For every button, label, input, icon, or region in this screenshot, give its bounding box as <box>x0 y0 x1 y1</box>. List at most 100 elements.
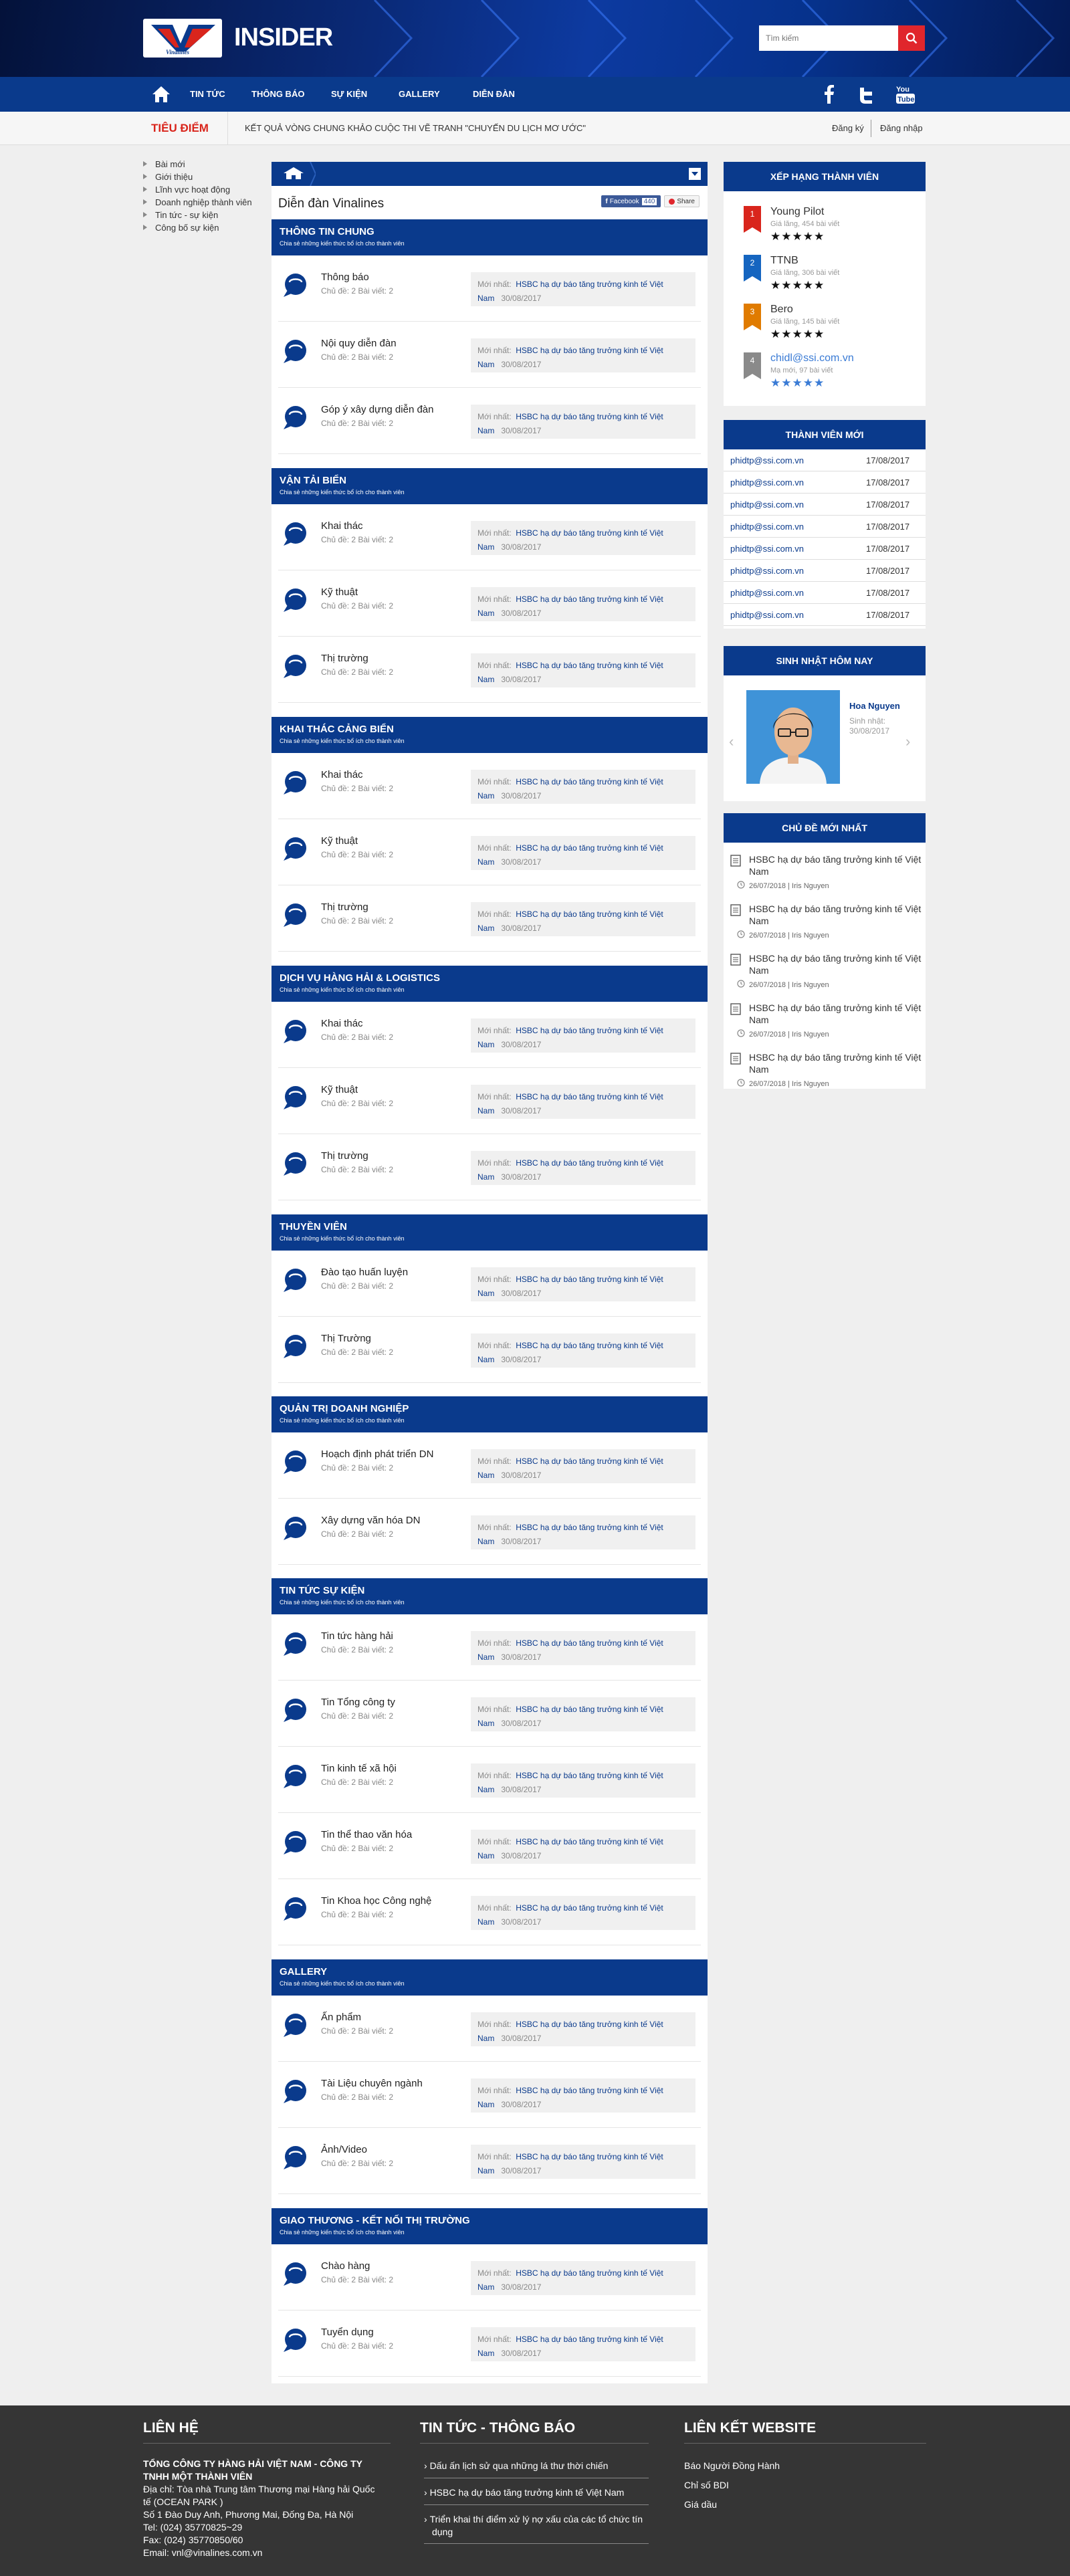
latest-post-link-cont[interactable]: Nam <box>477 791 494 800</box>
topic-item[interactable]: HSBC hạ dự báo tăng trưởng kinh tế Việt N… <box>730 952 921 1002</box>
forum-row-title[interactable]: Góp ý xây dựng diễn đàn <box>321 404 434 415</box>
latest-post-link[interactable]: HSBC hạ dự báo tăng trưởng kinh tế Việt <box>516 2335 663 2344</box>
latest-post-link-cont[interactable]: Nam <box>477 1851 494 1860</box>
topic-item[interactable]: HSBC hạ dự báo tăng trưởng kinh tế Việt N… <box>730 1051 921 1101</box>
latest-post-link-cont[interactable]: Nam <box>477 1106 494 1115</box>
forum-row-title[interactable]: Đào tạo huấn luyện <box>321 1267 408 1278</box>
forum-row[interactable]: Tin tức hàng hải Chủ đề: 2 Bài viết: 2 Mới… <box>278 1614 701 1681</box>
section-header[interactable]: THUYỀN VIÊN Chia sẻ những kiến thức bổ íc… <box>272 1214 708 1251</box>
nav-home[interactable] <box>151 84 171 106</box>
latest-post-link-cont[interactable]: Nam <box>477 2166 494 2175</box>
forum-row[interactable]: Ấn phẩm Chủ đề: 2 Bài viết: 2 Mới nhất: HS… <box>278 1996 701 2062</box>
latest-post-link-cont[interactable]: Nam <box>477 1652 494 1662</box>
forum-row-title[interactable]: Nội quy diễn đàn <box>321 338 397 349</box>
forum-row[interactable]: Nội quy diễn đàn Chủ đề: 2 Bài viết: 2 Mới… <box>278 322 701 388</box>
forum-row-title[interactable]: Chào hàng <box>321 2260 370 2272</box>
latest-post-link[interactable]: HSBC hạ dự báo tăng trưởng kinh tế Việt <box>516 1026 663 1035</box>
footer-link-1[interactable]: Báo Người Đồng Hành <box>684 2460 780 2471</box>
member-name[interactable]: Bero <box>770 304 793 316</box>
forum-row-title[interactable]: Thị trường <box>321 901 368 913</box>
forum-row[interactable]: Tin Khoa học Công nghệ Chủ đề: 2 Bài viết… <box>278 1879 701 1945</box>
forum-row[interactable]: Thị trường Chủ đề: 2 Bài viết: 2 Mới nhất:… <box>278 885 701 952</box>
latest-post-link-cont[interactable]: Nam <box>477 609 494 618</box>
forum-row-title[interactable]: Kỹ thuật <box>321 1084 358 1095</box>
nav-item-su-kien[interactable]: SỰ KIỆN <box>331 89 367 99</box>
left-menu-item-linh-vuc[interactable]: Lĩnh vực hoạt động <box>143 185 252 197</box>
latest-post-link-cont[interactable]: Nam <box>477 1355 494 1364</box>
footer-news-item-1[interactable]: › Dấu ấn lịch sử qua những lá thư thời c… <box>424 2460 608 2471</box>
latest-post-link-cont[interactable]: Nam <box>477 2100 494 2109</box>
member-email[interactable]: phidtp@ssi.com.vn <box>730 588 804 598</box>
latest-post-link[interactable]: HSBC hạ dự báo tăng trưởng kinh tế Việt <box>516 280 663 289</box>
forum-row-title[interactable]: Khai thác <box>321 1018 363 1029</box>
footer-email[interactable]: Email: vnl@vinalines.com.vn <box>143 2547 262 2559</box>
latest-post-link[interactable]: HSBC hạ dự báo tăng trưởng kinh tế Việt <box>516 595 663 604</box>
latest-post-link[interactable]: HSBC hạ dự báo tăng trưởng kinh tế Việt <box>516 1771 663 1780</box>
login-link[interactable]: Đăng nhập <box>880 123 923 133</box>
latest-post-link[interactable]: HSBC hạ dự báo tăng trưởng kinh tế Việt <box>516 1341 663 1350</box>
latest-post-link[interactable]: HSBC hạ dự báo tăng trưởng kinh tế Việt <box>516 909 663 919</box>
breadcrumb-dropdown[interactable] <box>689 168 701 180</box>
facebook-link[interactable] <box>823 85 836 106</box>
forum-row-title[interactable]: Hoạch định phát triển DN <box>321 1448 433 1460</box>
left-menu-item-doanh-nghiep[interactable]: Doanh nghiệp thành viên <box>143 197 252 210</box>
latest-post-link[interactable]: HSBC hạ dự báo tăng trưởng kinh tế Việt <box>516 1092 663 1101</box>
nav-item-tin-tuc[interactable]: TIN TỨC <box>190 89 225 99</box>
member-email[interactable]: phidtp@ssi.com.vn <box>730 544 804 554</box>
forum-row[interactable]: Kỹ thuật Chủ đề: 2 Bài viết: 2 Mới nhất: H… <box>278 819 701 885</box>
forum-row[interactable]: Đào tạo huấn luyện Chủ đề: 2 Bài viết: 2 M… <box>278 1251 701 1317</box>
topic-title[interactable]: HSBC hạ dự báo tăng trưởng kinh tế Việt N… <box>749 903 922 927</box>
forum-row[interactable]: Thị trường Chủ đề: 2 Bài viết: 2 Mới nhất:… <box>278 1134 701 1200</box>
facebook-like-button[interactable]: f Facebook 440 <box>601 195 661 207</box>
latest-post-link-cont[interactable]: Nam <box>477 1471 494 1480</box>
vinalines-logo[interactable]: Vinalines <box>143 19 222 58</box>
section-header[interactable]: GALLERY Chia sẻ những kiến thức bổ ích ch… <box>272 1959 708 1996</box>
forum-row-title[interactable]: Thị trường <box>321 653 368 664</box>
topic-title[interactable]: HSBC hạ dự báo tăng trưởng kinh tế Việt N… <box>749 952 922 976</box>
nav-item-dien-dan[interactable]: DIỄN ĐÀN <box>473 89 515 99</box>
latest-post-link-cont[interactable]: Nam <box>477 1917 494 1927</box>
forum-row-title[interactable]: Thông báo <box>321 272 369 283</box>
section-header[interactable]: DỊCH VỤ HÀNG HẢI & LOGISTICS Chia sẻ nhữn… <box>272 966 708 1002</box>
forum-row-title[interactable]: Tin tức hàng hải <box>321 1630 393 1642</box>
ranking-member[interactable]: 2 TTNB Giá lăng, 306 bài viết ★★★★★ <box>744 255 918 303</box>
forum-row[interactable]: Ảnh/Video Chủ đề: 2 Bài viết: 2 Mới nhất: … <box>278 2128 701 2194</box>
forum-row-title[interactable]: Xây dựng văn hóa DN <box>321 1515 420 1526</box>
footer-link-2[interactable]: Chỉ số BDI <box>684 2480 729 2490</box>
ticker-headline[interactable]: KẾT QUẢ VÒNG CHUNG KHẢO CUỘC THI VẼ TRAN… <box>245 123 586 133</box>
latest-post-link-cont[interactable]: Nam <box>477 294 494 303</box>
latest-post-link-cont[interactable]: Nam <box>477 1785 494 1794</box>
forum-row[interactable]: Xây dựng văn hóa DN Chủ đề: 2 Bài viết: 2… <box>278 1499 701 1565</box>
ranking-member[interactable]: 1 Young Pilot Giá lăng, 454 bài viết ★★★★★ <box>744 206 918 254</box>
section-header[interactable]: QUẢN TRỊ DOANH NGHIỆP Chia sẻ những kiến … <box>272 1396 708 1432</box>
latest-post-link-cont[interactable]: Nam <box>477 2349 494 2358</box>
member-email[interactable]: phidtp@ssi.com.vn <box>730 522 804 532</box>
forum-row-title[interactable]: Tin Tổng công ty <box>321 1697 395 1708</box>
latest-post-link[interactable]: HSBC hạ dự báo tăng trưởng kinh tế Việt <box>516 2152 663 2161</box>
latest-post-link-cont[interactable]: Nam <box>477 675 494 684</box>
footer-news-item-2[interactable]: › HSBC hạ dự báo tăng trưởng kinh tế Việ… <box>424 2487 624 2498</box>
latest-post-link[interactable]: HSBC hạ dự báo tăng trưởng kinh tế Việt <box>516 1457 663 1466</box>
section-header[interactable]: GIAO THƯƠNG - KẾT NỐI THỊ TRƯỜNG Chia sẻ … <box>272 2208 708 2244</box>
forum-row-title[interactable]: Tin thể thao văn hóa <box>321 1829 412 1840</box>
section-header[interactable]: KHAI THÁC CẢNG BIỂN Chia sẻ những kiến th… <box>272 717 708 753</box>
forum-row-title[interactable]: Thị Trường <box>321 1333 371 1344</box>
latest-post-link-cont[interactable]: Nam <box>477 1040 494 1049</box>
forum-row[interactable]: Thông báo Chủ đề: 2 Bài viết: 2 Mới nhất: … <box>278 255 701 322</box>
latest-post-link[interactable]: HSBC hạ dự báo tăng trưởng kinh tế Việt <box>516 1275 663 1284</box>
forum-row[interactable]: Kỹ thuật Chủ đề: 2 Bài viết: 2 Mới nhất: H… <box>278 570 701 637</box>
latest-post-link[interactable]: HSBC hạ dự báo tăng trưởng kinh tế Việt <box>516 1837 663 1846</box>
forum-row[interactable]: Khai thác Chủ đề: 2 Bài viết: 2 Mới nhất: … <box>278 1002 701 1068</box>
forum-row[interactable]: Tuyển dụng Chủ đề: 2 Bài viết: 2 Mới nhất:… <box>278 2311 701 2377</box>
latest-post-link-cont[interactable]: Nam <box>477 924 494 933</box>
member-email[interactable]: phidtp@ssi.com.vn <box>730 500 804 510</box>
forum-row-title[interactable]: Ảnh/Video <box>321 2144 367 2155</box>
topic-title[interactable]: HSBC hạ dự báo tăng trưởng kinh tế Việt N… <box>749 1051 922 1075</box>
youtube-link[interactable]: You Tube <box>895 84 916 107</box>
forum-row-title[interactable]: Kỹ thuật <box>321 835 358 847</box>
forum-row-title[interactable]: Khai thác <box>321 769 363 780</box>
search-button[interactable] <box>898 25 925 51</box>
forum-row[interactable]: Thị trường Chủ đề: 2 Bài viết: 2 Mới nhất:… <box>278 637 701 703</box>
latest-post-link-cont[interactable]: Nam <box>477 2282 494 2292</box>
search-input[interactable] <box>759 25 898 51</box>
